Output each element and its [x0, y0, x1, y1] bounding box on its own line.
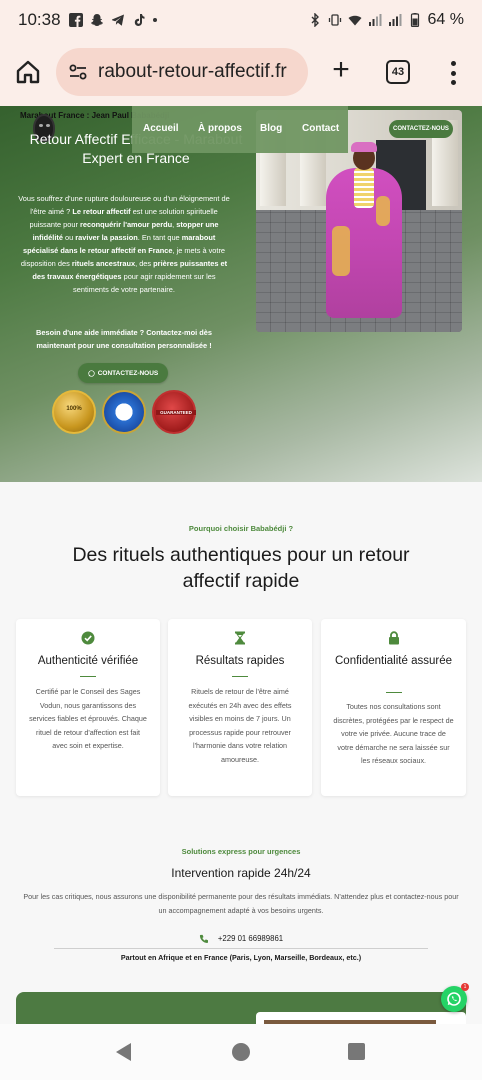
phone-link[interactable]: +229 01 66989861 — [0, 934, 482, 943]
status-bar: 10:38 64 % — [0, 0, 482, 40]
hourglass-icon — [235, 631, 245, 645]
guaranteed-stamp: GUARANTEED — [152, 390, 196, 434]
why-label: Pourquoi choisir Bababédji ? — [188, 524, 294, 533]
status-time: 10:38 — [18, 10, 61, 29]
card-divider — [232, 676, 248, 677]
card-text: Rituels de retour de l'être aimé exécuté… — [188, 687, 292, 764]
notification-icons — [68, 13, 157, 27]
divider — [54, 948, 428, 949]
next-section-photo — [256, 1012, 466, 1024]
signal-icon — [388, 14, 402, 26]
tab-switcher-button[interactable]: 43 — [386, 60, 410, 84]
url-text[interactable]: rabout-retour-affectif.fr — [98, 61, 287, 83]
home-icon[interactable] — [14, 58, 42, 86]
recent-apps-icon[interactable] — [348, 1043, 365, 1060]
facebook-icon — [68, 13, 83, 27]
battery-icon — [410, 13, 419, 27]
vibrate-icon — [328, 14, 341, 26]
bluetooth-icon — [311, 13, 319, 27]
site-navigation: Accueil À propos Blog Contact CONTACTEZ-… — [132, 106, 462, 153]
wifi-icon — [348, 15, 362, 26]
card-divider — [80, 676, 96, 677]
certification-seal — [102, 390, 146, 434]
notification-badge: 1 — [461, 983, 469, 991]
hero-cta-text: Besoin d'une aide immédiate ? Contactez-… — [36, 328, 212, 350]
service-areas: Partout en Afrique et en France (Paris, … — [120, 953, 362, 962]
hero-section: Marabout France : Jean Paul Bababédji Re… — [0, 106, 482, 482]
card-text: Certifié par le Conseil des Sages Vodun,… — [29, 687, 147, 750]
browser-toolbar: rabout-retour-affectif.fr + 43 — [0, 40, 482, 106]
card-divider — [385, 692, 402, 693]
back-icon[interactable] — [116, 1043, 131, 1061]
card-title: Confidentialité assurée — [335, 655, 452, 667]
site-settings-icon[interactable] — [66, 60, 90, 84]
whatsapp-icon — [447, 992, 461, 1006]
nav-item-a-propos[interactable]: À propos — [198, 123, 242, 134]
card-text: Toutes nos consultations sont discrètes,… — [333, 702, 454, 765]
nav-item-accueil[interactable]: Accueil — [143, 123, 179, 134]
page-viewport: Marabout France : Jean Paul Bababédji Re… — [0, 106, 482, 1024]
nav-contact-button[interactable]: CONTACTEZ-NOUS — [389, 120, 453, 138]
card-title: Authenticité vérifiée — [37, 655, 139, 667]
lock-icon — [388, 631, 399, 645]
express-label: Solutions express pour urgences — [181, 847, 301, 856]
check-circle-icon — [81, 631, 95, 645]
nav-item-blog[interactable]: Blog — [260, 123, 282, 134]
nav-item-contact[interactable]: Contact — [302, 123, 339, 134]
phone-number[interactable]: +229 01 66989861 — [218, 934, 283, 943]
snapchat-icon — [90, 14, 103, 26]
system-navigation-bar — [0, 1024, 482, 1080]
tiktok-icon — [134, 14, 145, 26]
browser-menu-button[interactable] — [446, 58, 460, 88]
telegram-icon — [111, 14, 124, 26]
system-icons: 64 % — [308, 11, 464, 29]
battery-percent: 64 % — [427, 11, 464, 28]
feature-card: Résultats rapides Rituels de retour de l… — [168, 619, 312, 796]
guarantee-badge: 100% — [52, 390, 96, 434]
address-bar[interactable]: rabout-retour-affectif.fr — [56, 48, 308, 96]
new-tab-button[interactable]: + — [326, 55, 356, 86]
hero-description: Vous souffrez d'une rupture douloureuse … — [18, 194, 230, 294]
more-dot-icon — [152, 18, 157, 22]
signal-icon — [368, 14, 382, 26]
why-title: Des rituels authentiques pour un retour … — [72, 544, 410, 592]
feature-card: Authenticité vérifiée Certifié par le Co… — [16, 619, 160, 796]
express-title: Intervention rapide 24h/24 — [171, 866, 311, 880]
phone-icon — [199, 934, 208, 943]
express-text: Pour les cas critiques, nous assurons un… — [23, 892, 459, 915]
feature-card: Confidentialité assurée Toutes nos consu… — [321, 619, 466, 796]
whatsapp-icon — [88, 369, 95, 377]
hero-contact-button[interactable]: CONTACTEZ-NOUS — [78, 363, 168, 383]
card-title: Résultats rapides — [195, 655, 285, 667]
home-circle-icon[interactable] — [232, 1043, 250, 1061]
